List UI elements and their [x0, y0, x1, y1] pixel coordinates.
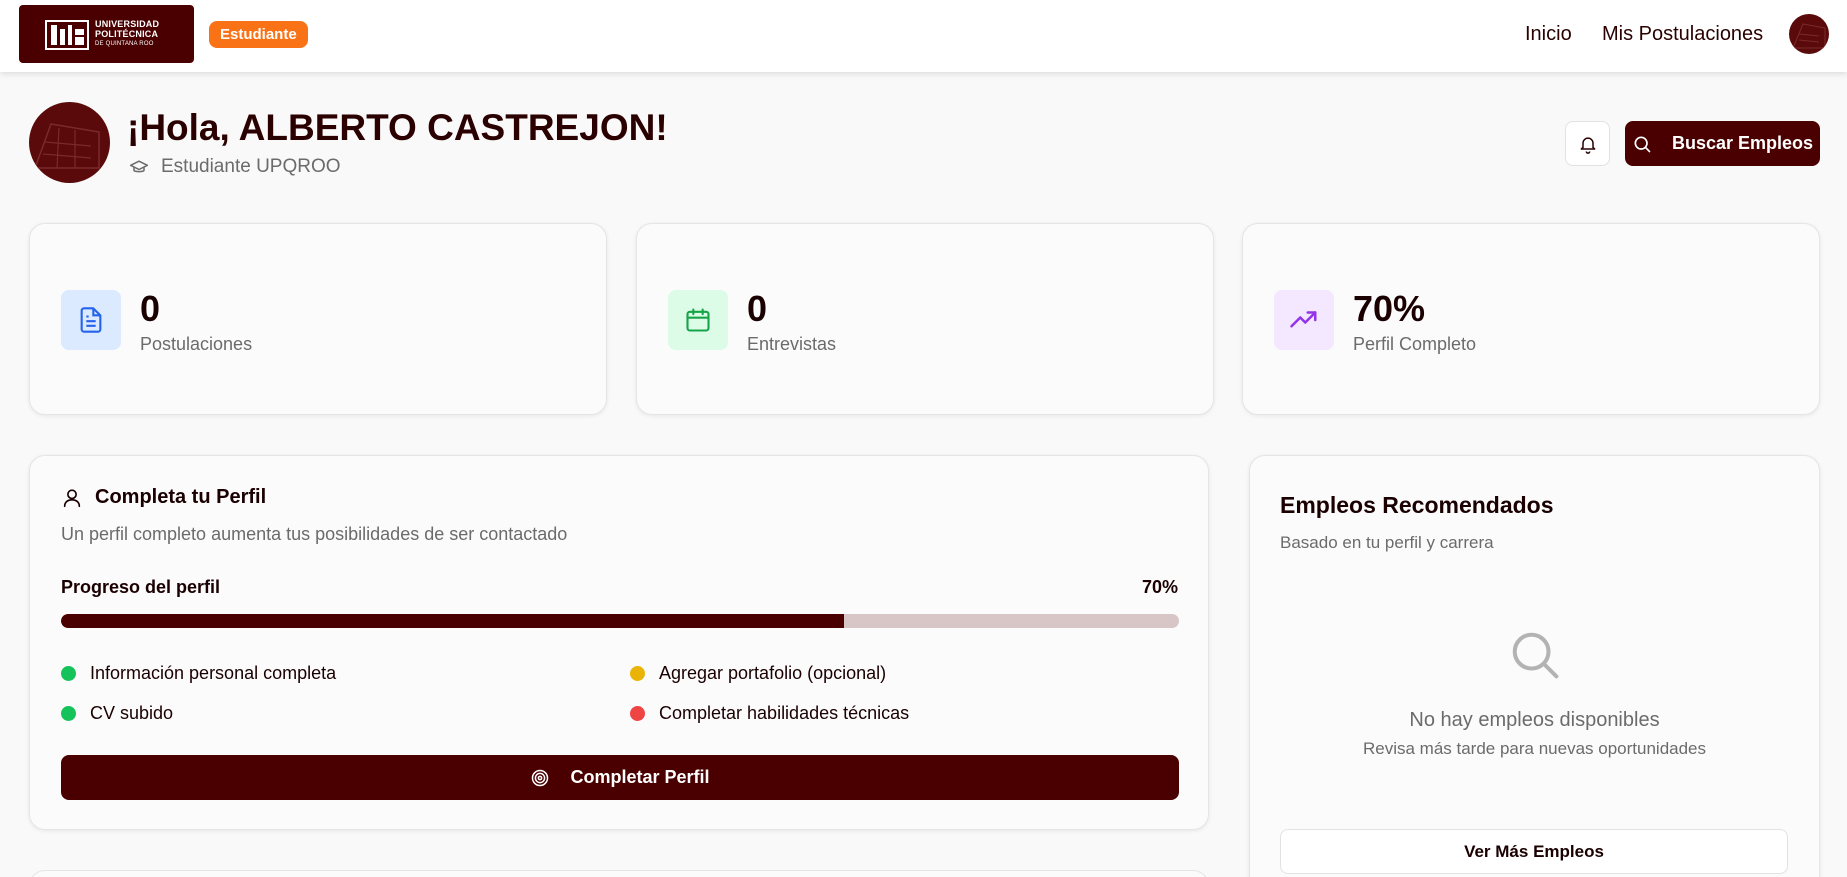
checklist-item: Información personal completa: [61, 663, 336, 684]
progress-bar-fill: [61, 614, 844, 628]
top-navbar: UNIVERSIDAD POLITÉCNICA DE QUINTANA ROO …: [0, 0, 1847, 72]
stat-card-postulaciones: 0 Postulaciones: [29, 223, 607, 415]
status-dot: [61, 706, 76, 721]
user-subtitle-text: Estudiante UPQROO: [161, 156, 341, 177]
bell-icon: [1580, 136, 1595, 154]
notifications-button[interactable]: [1565, 121, 1610, 166]
avatar-image-icon: [33, 123, 100, 169]
nav-link-inicio[interactable]: Inicio: [1525, 23, 1572, 46]
calendar-icon: [686, 308, 710, 332]
stat-label: Postulaciones: [140, 334, 253, 354]
checklist-item-label: CV subido: [90, 703, 174, 723]
avatar-image-icon: [1792, 23, 1826, 49]
progress-bar: [61, 614, 1179, 628]
view-more-jobs-button[interactable]: Ver Más Empleos: [1280, 829, 1788, 874]
jobs-card-subtitle: Basado en tu perfil y carrera: [1280, 533, 1494, 552]
checklist-item: Agregar portafolio (opcional): [630, 663, 886, 684]
checklist-item-label: Información personal completa: [90, 663, 337, 683]
progress-label: Progreso del perfil: [61, 577, 221, 597]
empty-state-title: No hay empleos disponibles: [1409, 709, 1660, 731]
university-logo[interactable]: UNIVERSIDAD POLITÉCNICA DE QUINTANA ROO: [19, 5, 194, 63]
checklist-item-label: Completar habilidades técnicas: [659, 703, 910, 723]
role-badge: Estudiante: [209, 21, 308, 48]
stat-icon-box: [668, 290, 728, 350]
stat-label: Entrevistas: [747, 334, 837, 354]
stat-icon-box: [1274, 290, 1334, 350]
target-icon: [532, 769, 549, 786]
university-logo-icon: [45, 20, 89, 50]
stat-icon-box: [61, 290, 121, 350]
search-jobs-button[interactable]: Buscar Empleos: [1625, 121, 1820, 166]
profile-completion-card: Completa tu Perfil Un perfil completo au…: [29, 455, 1209, 830]
recommended-jobs-card: Empleos Recomendados Basado en tu perfil…: [1249, 455, 1820, 877]
graduation-cap-icon: [129, 160, 149, 173]
next-section-card: [29, 870, 1209, 877]
search-icon: [1634, 136, 1651, 152]
checklist-item: CV subido: [61, 703, 173, 724]
search-icon: [1512, 632, 1559, 679]
jobs-card-title: Empleos Recomendados: [1280, 492, 1554, 518]
progress-value: 70%: [1141, 577, 1178, 597]
trending-up-icon: [1290, 311, 1317, 328]
stat-card-entrevistas: 0 Entrevistas: [636, 223, 1214, 415]
complete-profile-label: Completar Perfil: [570, 767, 710, 787]
status-dot: [630, 706, 645, 721]
profile-card-subtitle: Un perfil completo aumenta tus posibilid…: [61, 524, 568, 544]
user-avatar[interactable]: [1789, 14, 1829, 54]
stat-value: 0: [747, 288, 768, 329]
greeting-title: ¡Hola, ALBERTO CASTREJON!: [127, 107, 668, 148]
status-dot: [61, 666, 76, 681]
complete-profile-button[interactable]: Completar Perfil: [61, 755, 1179, 800]
stat-value: 70%: [1353, 288, 1426, 329]
stat-card-perfil: 70% Perfil Completo: [1242, 223, 1820, 415]
user-subtitle: Estudiante UPQROO: [129, 156, 341, 178]
nav-link-mis-postulaciones[interactable]: Mis Postulaciones: [1602, 23, 1763, 46]
empty-state-subtitle: Revisa más tarde para nuevas oportunidad…: [1362, 739, 1707, 758]
profile-card-title: Completa tu Perfil: [61, 486, 266, 509]
stat-label: Perfil Completo: [1353, 334, 1477, 354]
profile-avatar[interactable]: [29, 102, 110, 183]
search-jobs-label: Buscar Empleos: [1671, 133, 1814, 153]
stat-value: 0: [140, 288, 161, 329]
file-text-icon: [80, 307, 102, 333]
status-dot: [630, 666, 645, 681]
checklist-item-label: Agregar portafolio (opcional): [659, 663, 887, 683]
checklist-item: Completar habilidades técnicas: [630, 703, 909, 724]
profile-card-title-text: Completa tu Perfil: [95, 486, 267, 508]
user-icon: [63, 488, 81, 507]
logo-text: UNIVERSIDAD POLITÉCNICA DE QUINTANA ROO: [95, 19, 160, 47]
